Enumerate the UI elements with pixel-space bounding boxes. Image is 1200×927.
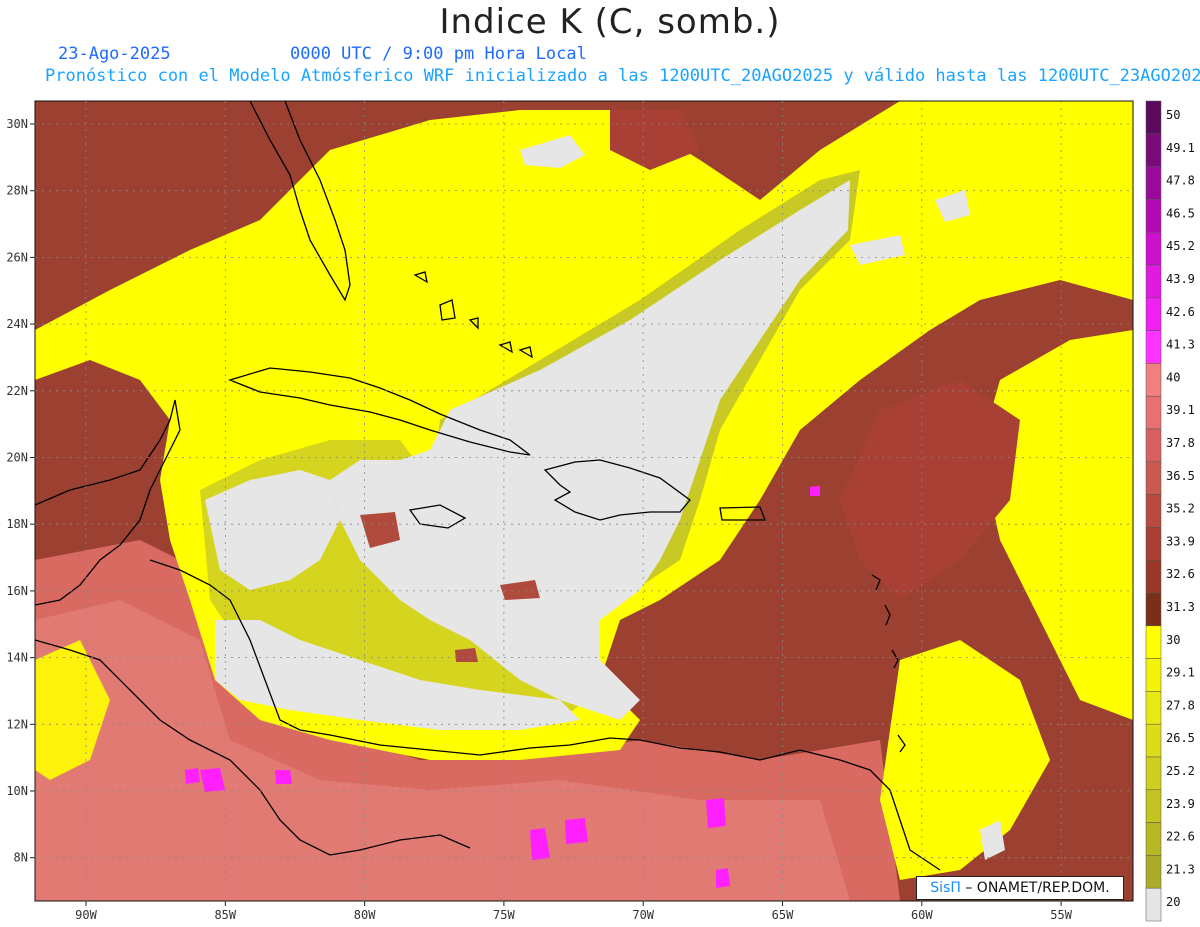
- colorbar-swatch: [1145, 592, 1162, 627]
- colorbar-label: 36.5: [1166, 469, 1195, 483]
- map-canvas: 30N 28N 26N 24N 22N 20N 18N 16N 14N 12N 10N 8N 90W 8…: [6, 100, 1195, 922]
- colorbar-swatch: [1145, 395, 1162, 430]
- lon-label: 90W: [75, 908, 97, 922]
- colorbar-label: 42.6: [1166, 305, 1195, 319]
- colorbar-label: 45.2: [1166, 239, 1195, 253]
- lon-label: 60W: [911, 908, 933, 922]
- sispi-logo: SisΠ: [930, 880, 961, 896]
- colorbar-label: 46.5: [1166, 206, 1195, 220]
- credit-box: SisΠ – ONAMET/REP.DOM.: [916, 876, 1124, 900]
- colorbar-swatch: [1145, 658, 1162, 692]
- colorbar-label: 26.5: [1166, 731, 1195, 745]
- colorbar-swatch: [1145, 494, 1162, 528]
- colorbar-swatch: [1145, 428, 1162, 463]
- k-index-field: [35, 101, 1133, 901]
- colorbar-swatch: [1145, 166, 1162, 200]
- colorbar-label: 41.3: [1166, 338, 1195, 352]
- colorbar-label: 27.8: [1166, 698, 1195, 712]
- lat-label: 16N: [6, 584, 28, 598]
- colorbar-swatch: [1145, 822, 1162, 856]
- colorbar-label: 43.9: [1166, 272, 1195, 286]
- colorbar-swatch: [1145, 133, 1162, 167]
- colorbar-label: 39.1: [1166, 403, 1195, 417]
- colorbar-swatch: [1145, 231, 1162, 266]
- colorbar: 50 49.1 47.8 46.5 45.2 43.9 42.6 41.3 40 39.1 37.8…: [1145, 100, 1195, 922]
- colorbar-swatch: [1145, 887, 1162, 922]
- colorbar-label: 47.8: [1166, 174, 1195, 188]
- colorbar-label: 32.6: [1166, 567, 1195, 581]
- colorbar-swatch: [1145, 363, 1162, 397]
- colorbar-swatch: [1145, 100, 1162, 135]
- colorbar-label: 23.9: [1166, 797, 1195, 811]
- colorbar-swatch: [1145, 330, 1162, 364]
- colorbar-label: 20: [1166, 895, 1180, 909]
- latitude-labels: 30N 28N 26N 24N 22N 20N 18N 16N 14N 12N 10N 8N: [6, 117, 35, 865]
- colorbar-label: 22.6: [1166, 830, 1195, 844]
- lat-label: 14N: [6, 651, 28, 665]
- lat-label: 22N: [6, 384, 28, 398]
- colorbar-swatch: [1145, 723, 1162, 758]
- lon-label: 85W: [214, 908, 236, 922]
- colorbar-swatch: [1145, 461, 1162, 495]
- credit-text: – ONAMET/REP.DOM.: [965, 880, 1110, 896]
- colorbar-swatch: [1145, 559, 1162, 594]
- colorbar-swatch: [1145, 199, 1162, 233]
- colorbar-label: 50: [1166, 108, 1180, 122]
- colorbar-label: 40: [1166, 370, 1180, 384]
- lat-label: 8N: [14, 851, 28, 865]
- lon-label: 80W: [354, 908, 376, 922]
- colorbar-label: 37.8: [1166, 436, 1195, 450]
- colorbar-swatch: [1145, 855, 1162, 889]
- lon-label: 65W: [772, 908, 794, 922]
- colorbar-label: 21.3: [1166, 862, 1195, 876]
- colorbar-swatch: [1145, 625, 1162, 659]
- lat-label: 28N: [6, 184, 28, 198]
- colorbar-label: 33.9: [1166, 534, 1195, 548]
- colorbar-swatch: [1145, 691, 1162, 725]
- lon-label: 75W: [493, 908, 515, 922]
- colorbar-label: 35.2: [1166, 502, 1195, 516]
- lat-label: 20N: [6, 451, 28, 465]
- lat-label: 12N: [6, 717, 28, 731]
- lat-label: 26N: [6, 250, 28, 264]
- lon-label: 55W: [1050, 908, 1072, 922]
- colorbar-swatch: [1145, 264, 1162, 299]
- lat-label: 24N: [6, 317, 28, 331]
- colorbar-swatch: [1145, 789, 1162, 823]
- lon-label: 70W: [632, 908, 654, 922]
- colorbar-label: 49.1: [1166, 141, 1195, 155]
- colorbar-swatch: [1145, 527, 1162, 561]
- lat-label: 10N: [6, 784, 28, 798]
- lat-label: 30N: [6, 117, 28, 131]
- colorbar-label: 25.2: [1166, 764, 1195, 778]
- colorbar-swatch: [1145, 756, 1162, 791]
- longitude-labels: 90W 85W 80W 75W 70W 65W 60W 55W: [75, 901, 1073, 922]
- colorbar-label: 30: [1166, 633, 1180, 647]
- colorbar-label: 29.1: [1166, 666, 1195, 680]
- colorbar-swatch: [1145, 297, 1162, 331]
- colorbar-label: 31.3: [1166, 600, 1195, 614]
- lat-label: 18N: [6, 517, 28, 531]
